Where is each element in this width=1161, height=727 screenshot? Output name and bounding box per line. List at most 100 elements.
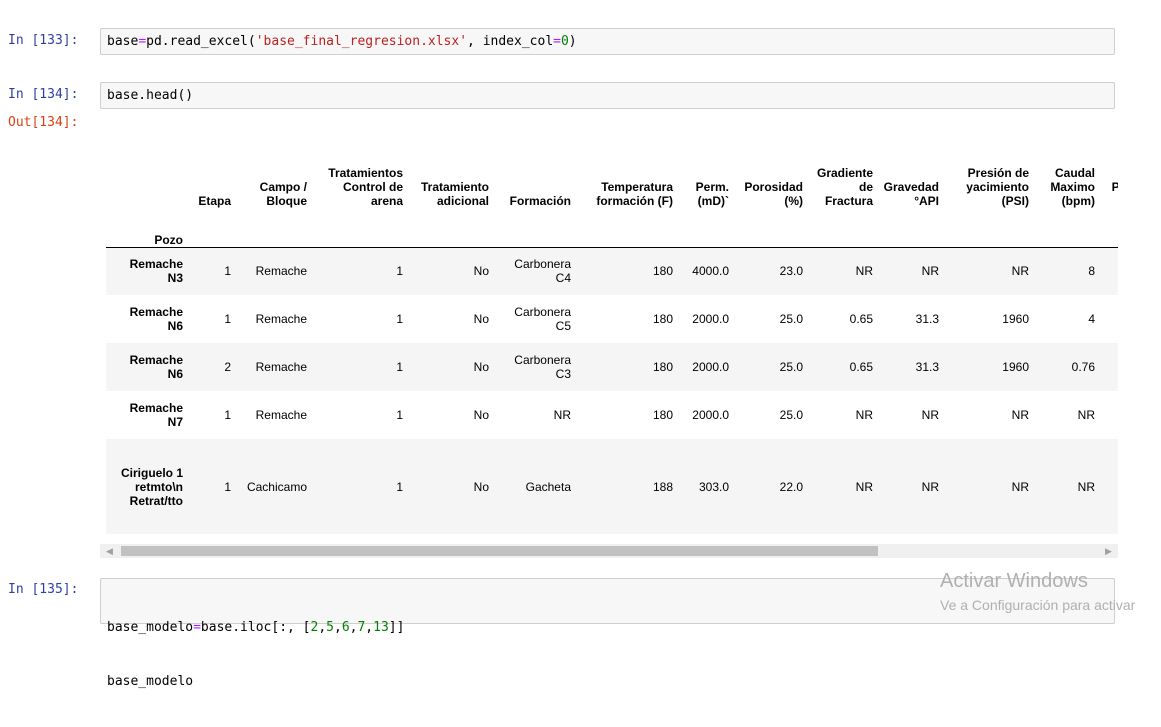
table-cell: 1: [396, 264, 403, 279]
table-cell: NR: [921, 264, 939, 279]
table-cell: 1100: [1100, 343, 1118, 391]
row-index: Remache N3: [129, 257, 183, 286]
table-cell: 25.0: [779, 360, 803, 374]
index-spacer: [1034, 208, 1100, 247]
index-spacer: [408, 208, 494, 247]
table-row: Remache N3 1 Remache 1 No Carbonera C4 180 4000…: [106, 247, 1118, 295]
table-cell: 25.0: [779, 408, 803, 422]
horizontal-scrollbar[interactable]: ◀ ▶: [100, 544, 1118, 558]
table-cell: No: [473, 479, 489, 494]
input-prompt: In [133]:: [8, 33, 79, 48]
table-cell: 23.0: [779, 264, 803, 279]
table-cell: NR: [855, 479, 873, 494]
index-spacer: [494, 208, 576, 247]
row-index: Ciriguelo 1 retmto\n Retrat/tto: [120, 465, 183, 508]
table-cell: Carbonera C5: [514, 305, 571, 333]
table-cell: Carbonera C3: [514, 353, 571, 381]
code-token: 6: [341, 620, 350, 635]
table-row: Remache N6 1 Remache 1 No Carbonera C5 180 2000…: [106, 295, 1118, 343]
index-name: Pozo: [154, 232, 183, 247]
table-row: Remache N7 1 Remache 1 No NR 180 2000.0 25.0 NR NR…: [106, 391, 1118, 439]
table-cell: 1: [396, 312, 403, 326]
table-cell: 1960: [1002, 360, 1029, 374]
column-header: WHP Promedio (psi): [1111, 180, 1118, 194]
table-cell: 4: [1088, 312, 1095, 326]
code-token: pd.read_excel(: [146, 34, 256, 49]
scroll-left-icon[interactable]: ◀: [106, 544, 113, 558]
scroll-right-icon[interactable]: ▶: [1105, 544, 1112, 558]
code-line-1: base_modelo=base.iloc[:, [2,5,6,7,13]]: [107, 619, 1108, 637]
column-header: Tratamiento adicional: [420, 180, 489, 208]
column-header: Presión de yacimiento (PSI): [966, 166, 1029, 208]
table-cell: No: [473, 312, 489, 326]
table-cell: 1: [224, 312, 231, 326]
table-cell: NR: [1077, 479, 1095, 494]
table-cell: 599: [1100, 295, 1118, 343]
code-token: 5: [326, 620, 334, 635]
column-header: Gravedad °API: [883, 180, 939, 208]
table-cell: No: [473, 360, 489, 374]
code-token: =: [193, 620, 201, 635]
column-header: Formación: [509, 194, 571, 208]
table-cell: NR: [1011, 264, 1029, 279]
column-header: Perm. (mD)`: [695, 180, 729, 208]
code-token: 13: [373, 620, 389, 635]
dataframe-table: Etapa Campo / Bloque Tratamientos Control …: [106, 132, 1118, 534]
table-cell: 1: [224, 408, 231, 422]
column-header: Porosidad (%): [744, 180, 803, 208]
table-cell: Remache: [255, 360, 307, 374]
row-index: Remache N7: [129, 401, 183, 429]
table-cell: Gacheta: [525, 479, 571, 494]
dataframe-output: Etapa Campo / Bloque Tratamientos Control …: [100, 108, 1118, 544]
table-cell: 180: [652, 312, 673, 326]
code-token: base.head(): [107, 88, 194, 103]
code-line-2: base_modelo: [107, 674, 194, 689]
column-header: Temperatura formación (F): [596, 180, 673, 208]
index-spacer: [312, 208, 408, 247]
table-cell: 188: [652, 479, 673, 494]
column-header: Campo / Bloque: [259, 180, 307, 208]
code-token: ,: [333, 620, 342, 635]
table-row: Remache N6 2 Remache 1 No Carbonera C3 180 2000…: [106, 343, 1118, 391]
index-spacer: [734, 208, 808, 247]
table-cell: 180: [652, 264, 673, 279]
code-token: 'base_final_regresion.xlsx': [255, 34, 468, 49]
table-cell: 4000.0: [692, 264, 729, 279]
table-cell: 1: [396, 360, 403, 374]
index-spacer: [878, 208, 944, 247]
code-token: 0: [560, 34, 569, 49]
table-cell: 1: [396, 479, 403, 494]
table-cell: 31.3: [915, 312, 939, 326]
index-spacer: [576, 208, 678, 247]
table-cell: No: [473, 408, 489, 422]
code-token: ]]: [388, 620, 405, 635]
code-cell-133[interactable]: In [133]: base=pd.read_excel('base_final…: [0, 0, 1161, 60]
code-token: base_modelo: [107, 620, 194, 635]
code-token: =: [553, 34, 561, 49]
table-cell: No: [473, 264, 489, 279]
table-cell: 0.65: [849, 360, 873, 374]
table-cell: NR: [1100, 391, 1118, 439]
table-cell: 1: [224, 479, 231, 494]
table-cell: 180: [652, 408, 673, 422]
table-cell: Remache: [255, 408, 307, 422]
scroll-thumb[interactable]: [121, 546, 878, 556]
code-token: =: [138, 34, 147, 49]
table-cell: 180: [652, 360, 673, 374]
table-cell: 2000.0: [692, 408, 729, 422]
code-token: ): [568, 34, 577, 49]
table-cell: Remache: [255, 312, 307, 326]
index-spacer: [1100, 208, 1118, 247]
index-spacer: [188, 208, 236, 247]
code-input[interactable]: base=pd.read_excel('base_final_regresion…: [100, 28, 1115, 55]
table-cell: NR: [553, 408, 571, 422]
table-cell: 1960: [1002, 312, 1029, 326]
table-cell: 0.65: [849, 312, 873, 326]
code-token: ,: [365, 620, 374, 635]
code-input[interactable]: base.head(): [100, 82, 1115, 109]
table-cell: NR: [921, 479, 939, 494]
table-cell: 8: [1088, 264, 1095, 279]
column-header: Tratamientos Control de arena: [328, 166, 403, 208]
table-cell: 303.0: [698, 479, 729, 494]
row-index: Remache N6: [129, 305, 183, 333]
